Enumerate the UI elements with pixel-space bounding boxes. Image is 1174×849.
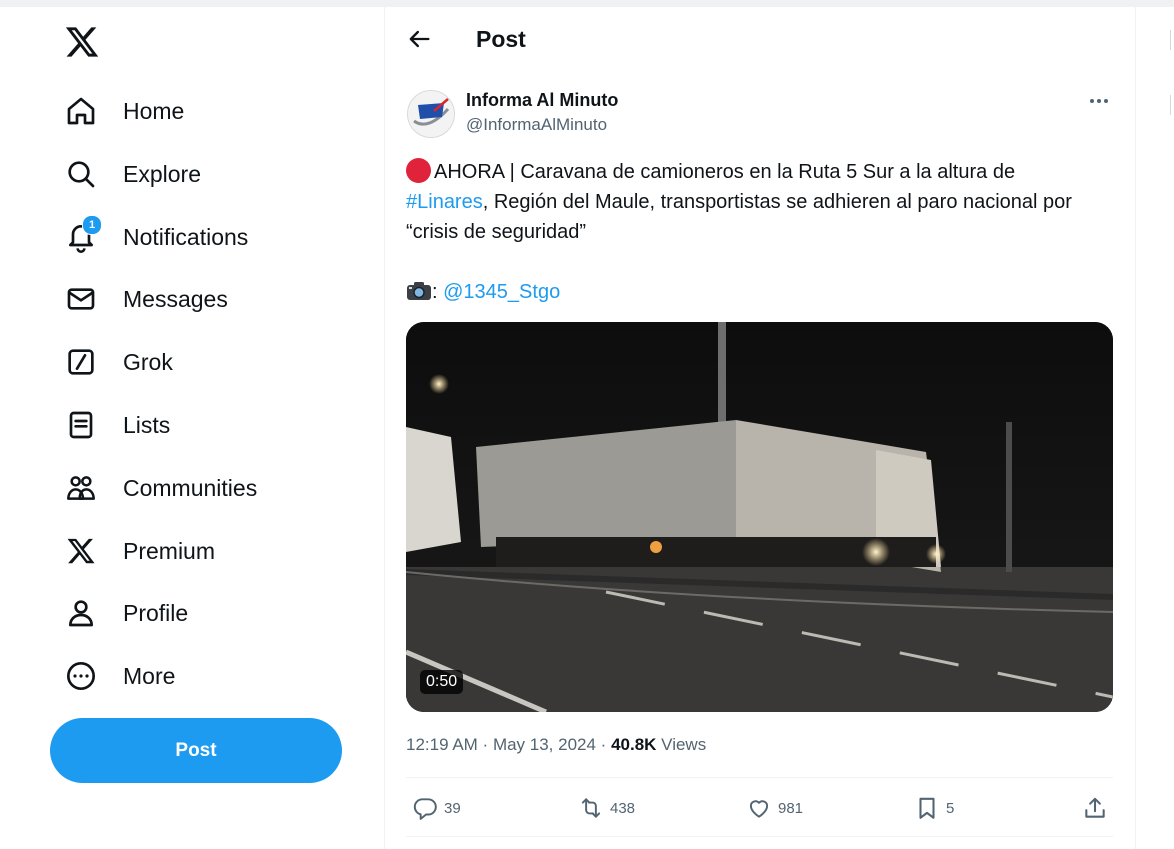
video-duration: 0:50 [420, 670, 464, 694]
sidebar-item-label: Communities [123, 474, 258, 501]
grok-icon [64, 345, 98, 379]
post-meta: 12:19 AM · May 13, 2024 · 40.8K Views [406, 735, 707, 754]
repost-count: 438 [610, 799, 636, 817]
sidebar-item-communities[interactable]: Communities [64, 466, 257, 510]
home-icon [64, 94, 98, 128]
sidebar-item-label: Home [123, 97, 185, 124]
video-player[interactable]: 0:50 [406, 322, 1113, 712]
post-date[interactable]: May 13, 2024 [493, 735, 596, 754]
sidebar-item-grok[interactable]: Grok [64, 340, 173, 384]
repost-button[interactable]: 438 [578, 793, 635, 823]
x-logo-icon [64, 534, 98, 568]
compose-post-button[interactable]: Post [50, 718, 342, 783]
mention-link[interactable]: @1345_Stgo [443, 281, 560, 303]
author-handle[interactable]: @InformaAlMinuto [466, 115, 607, 135]
camera-emoji [406, 280, 432, 300]
hashtag-link[interactable]: #Linares [406, 191, 483, 213]
more-circle-icon [64, 659, 98, 693]
right-column-edge [1170, 95, 1171, 115]
sidebar-item-label: Grok [123, 348, 173, 375]
sidebar-item-premium[interactable]: Premium [64, 529, 215, 573]
person-icon [64, 596, 98, 630]
like-count: 981 [778, 799, 804, 817]
back-arrow-icon[interactable] [405, 25, 435, 55]
notification-badge: 1 [82, 215, 102, 235]
red-circle-emoji [406, 158, 431, 183]
bookmark-count: 5 [946, 799, 955, 817]
envelope-icon [64, 282, 98, 316]
divider [406, 836, 1113, 837]
like-button[interactable]: 981 [746, 793, 803, 823]
reply-count: 39 [444, 799, 461, 817]
video-thumbnail [406, 322, 1113, 712]
bell-icon: 1 [64, 215, 102, 254]
sidebar-item-profile[interactable]: Profile [64, 591, 188, 635]
post-text: AHORA | Caravana de camioneros en la Rut… [406, 157, 1111, 307]
list-icon [64, 408, 98, 442]
views-count: 40.8K [611, 735, 657, 754]
sidebar-item-label: More [123, 662, 176, 689]
reply-icon [413, 798, 437, 820]
sidebar-item-label: Explore [123, 160, 201, 187]
post-text-line1: AHORA | Caravana de camioneros en la Rut… [434, 161, 1016, 183]
search-icon [64, 157, 98, 191]
sidebar-item-more[interactable]: More [64, 654, 175, 698]
sidebar-item-lists[interactable]: Lists [64, 403, 170, 447]
divider [406, 777, 1113, 778]
sidebar-item-explore[interactable]: Explore [64, 152, 201, 196]
post-text-line2: , Región del Maule, transportistas se ad… [406, 191, 1072, 243]
sidebar-item-label: Profile [123, 599, 189, 626]
sidebar-item-label: Messages [123, 285, 228, 312]
communities-icon [64, 471, 98, 505]
share-icon [1085, 797, 1105, 818]
avatar[interactable] [407, 90, 455, 138]
author-name[interactable]: Informa Al Minuto [466, 90, 618, 111]
sidebar-item-label: Lists [123, 411, 171, 438]
post-detail-column: Post Informa Al Minuto @InformaAlMinuto … [384, 7, 1136, 849]
bookmark-icon [919, 797, 935, 819]
reply-button[interactable]: 39 [412, 793, 461, 823]
views-label: Views [661, 735, 707, 754]
share-button[interactable] [1082, 793, 1108, 823]
sidebar-item-notifications[interactable]: 1 Notifications [64, 215, 248, 259]
bookmark-button[interactable]: 5 [914, 793, 954, 823]
page-title: Post [476, 26, 526, 52]
sidebar-item-home[interactable]: Home [64, 89, 184, 133]
x-logo-icon[interactable] [64, 24, 100, 60]
post-time[interactable]: 12:19 AM [406, 735, 478, 754]
right-column-edge [1170, 30, 1171, 50]
more-options-icon[interactable] [1085, 90, 1113, 112]
credit-prefix: : [432, 281, 438, 303]
heart-icon [749, 800, 769, 818]
sidebar-item-label: Premium [123, 537, 216, 564]
sidebar: Home Explore 1 Notifications Messages Gr… [0, 0, 385, 849]
sidebar-item-messages[interactable]: Messages [64, 277, 228, 321]
repost-icon [581, 798, 601, 818]
sidebar-item-label: Notifications [123, 223, 249, 250]
